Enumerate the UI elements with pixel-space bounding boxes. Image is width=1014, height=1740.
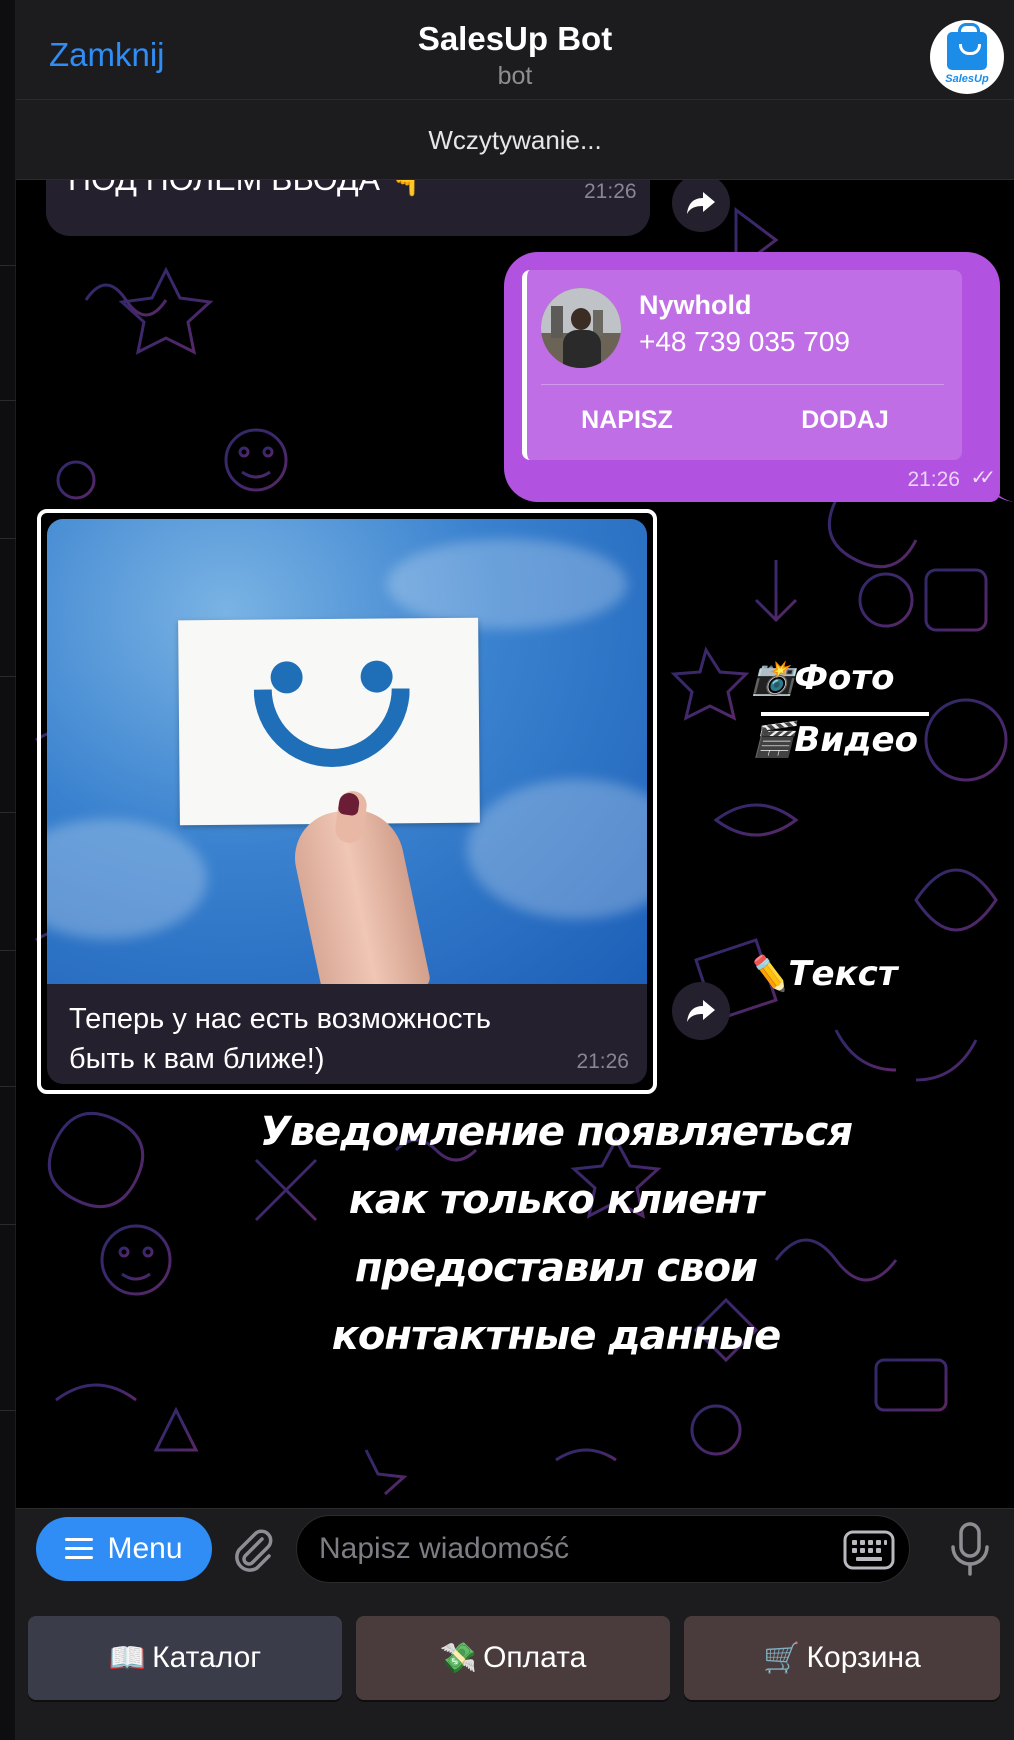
message-time: 21:26 (584, 180, 637, 203)
strip-divider (0, 812, 16, 813)
paperclip-icon[interactable] (228, 1525, 278, 1575)
message-bubble-incoming[interactable]: ПОД ПОЛЕМ ВВОДА 👇 21:26 (46, 180, 650, 236)
write-contact-button[interactable]: NAPISZ (527, 390, 727, 450)
annotation-photo: 📸Фото (752, 658, 895, 698)
header: Zamknij SalesUp Bot bot SalesUp (16, 0, 1014, 100)
hamburger-icon (65, 1538, 94, 1560)
message-input[interactable] (319, 1516, 799, 1582)
share-arrow-icon (687, 1000, 715, 1022)
share-arrow-icon (687, 192, 715, 214)
annotation-video: 🎬Видео (752, 720, 918, 760)
strip-divider (0, 676, 16, 677)
logo-text: SalesUp (945, 72, 989, 85)
annotation-divider (761, 712, 929, 716)
notice-line: как только клиент (348, 1177, 764, 1223)
cart-icon: 🛒 (763, 1641, 801, 1675)
strip-divider (0, 400, 16, 401)
notice-text: Уведомление появляеться как только клиен… (146, 1098, 966, 1370)
add-contact-button[interactable]: DODAJ (745, 390, 945, 450)
caption-line: быть к вам ближе!) (69, 1043, 325, 1075)
notice-line: Уведомление появляеться (260, 1109, 853, 1155)
strip-divider (0, 1410, 16, 1411)
forward-button[interactable] (672, 982, 730, 1040)
contact-name: Nywhold (639, 290, 752, 320)
microphone-icon[interactable] (948, 1521, 992, 1577)
shopping-bag-icon (947, 22, 987, 70)
annotation-text: ✏️Текст (746, 954, 898, 994)
strip-divider (0, 1086, 16, 1087)
reply-keyboard: 📖 Каталог 💸 Оплата 🛒 Корзина (16, 1598, 1014, 1740)
menu-label: Menu (107, 1532, 183, 1565)
strip-divider (0, 1224, 16, 1225)
button-label: Оплата (483, 1641, 587, 1674)
bot-avatar[interactable]: SalesUp (930, 20, 1004, 94)
message-time: 21:26 (907, 468, 960, 491)
keyboard-button-cart[interactable]: 🛒 Корзина (684, 1616, 1000, 1700)
menu-button[interactable]: Menu (36, 1517, 212, 1581)
notice-line: предоставил свои (354, 1245, 758, 1291)
composer: Menu (16, 1508, 1014, 1598)
chat-title: SalesUp Bot (417, 20, 613, 57)
message-text: ПОД ПОЛЕМ ВВОДА 👇 (68, 180, 429, 198)
loading-status: Wczytywanie... (16, 100, 1014, 180)
strip-divider (0, 265, 16, 266)
button-label: Каталог (152, 1641, 262, 1674)
photo-highlight-frame: Теперь у нас есть возможность быть к вам… (37, 509, 657, 1094)
keyboard-button-payment[interactable]: 💸 Оплата (356, 1616, 670, 1700)
photo-caption: Теперь у нас есть возможность быть к вам… (69, 999, 539, 1079)
money-icon: 💸 (439, 1641, 478, 1675)
keyboard-button-catalog[interactable]: 📖 Каталог (28, 1616, 342, 1700)
keyboard-icon[interactable] (843, 1530, 895, 1570)
book-icon: 📖 (108, 1641, 147, 1675)
smiley-paper (178, 617, 480, 826)
divider (541, 384, 944, 385)
smiley-photo[interactable] (47, 519, 647, 984)
message-time: 21:26 (576, 1050, 629, 1073)
message-bubble-photo[interactable]: Теперь у нас есть возможность быть к вам… (47, 519, 647, 1084)
chat-subtitle: bot (497, 62, 533, 90)
message-input-field[interactable] (296, 1515, 910, 1583)
strip-divider (0, 950, 16, 951)
notice-line: контактные данные (331, 1313, 782, 1359)
caption-line: Теперь у нас есть возможность (69, 1003, 492, 1035)
strip-divider (0, 538, 16, 539)
chat-area[interactable]: ПОД ПОЛЕМ ВВОДА 👇 21:26 Nywhold +48 739 … (16, 180, 1014, 1508)
read-checkmarks-icon: ✓✓ (970, 467, 995, 489)
contact-card[interactable]: Nywhold +48 739 035 709 NAPISZ DODAJ (522, 270, 962, 460)
contact-phone: +48 739 035 709 (639, 326, 850, 357)
message-bubble-outgoing[interactable]: Nywhold +48 739 035 709 NAPISZ DODAJ 21:… (504, 252, 1000, 502)
bubble-tail-icon (990, 480, 1014, 502)
left-strip (0, 0, 16, 1740)
button-label: Корзина (806, 1641, 921, 1674)
avatar[interactable] (541, 288, 621, 368)
